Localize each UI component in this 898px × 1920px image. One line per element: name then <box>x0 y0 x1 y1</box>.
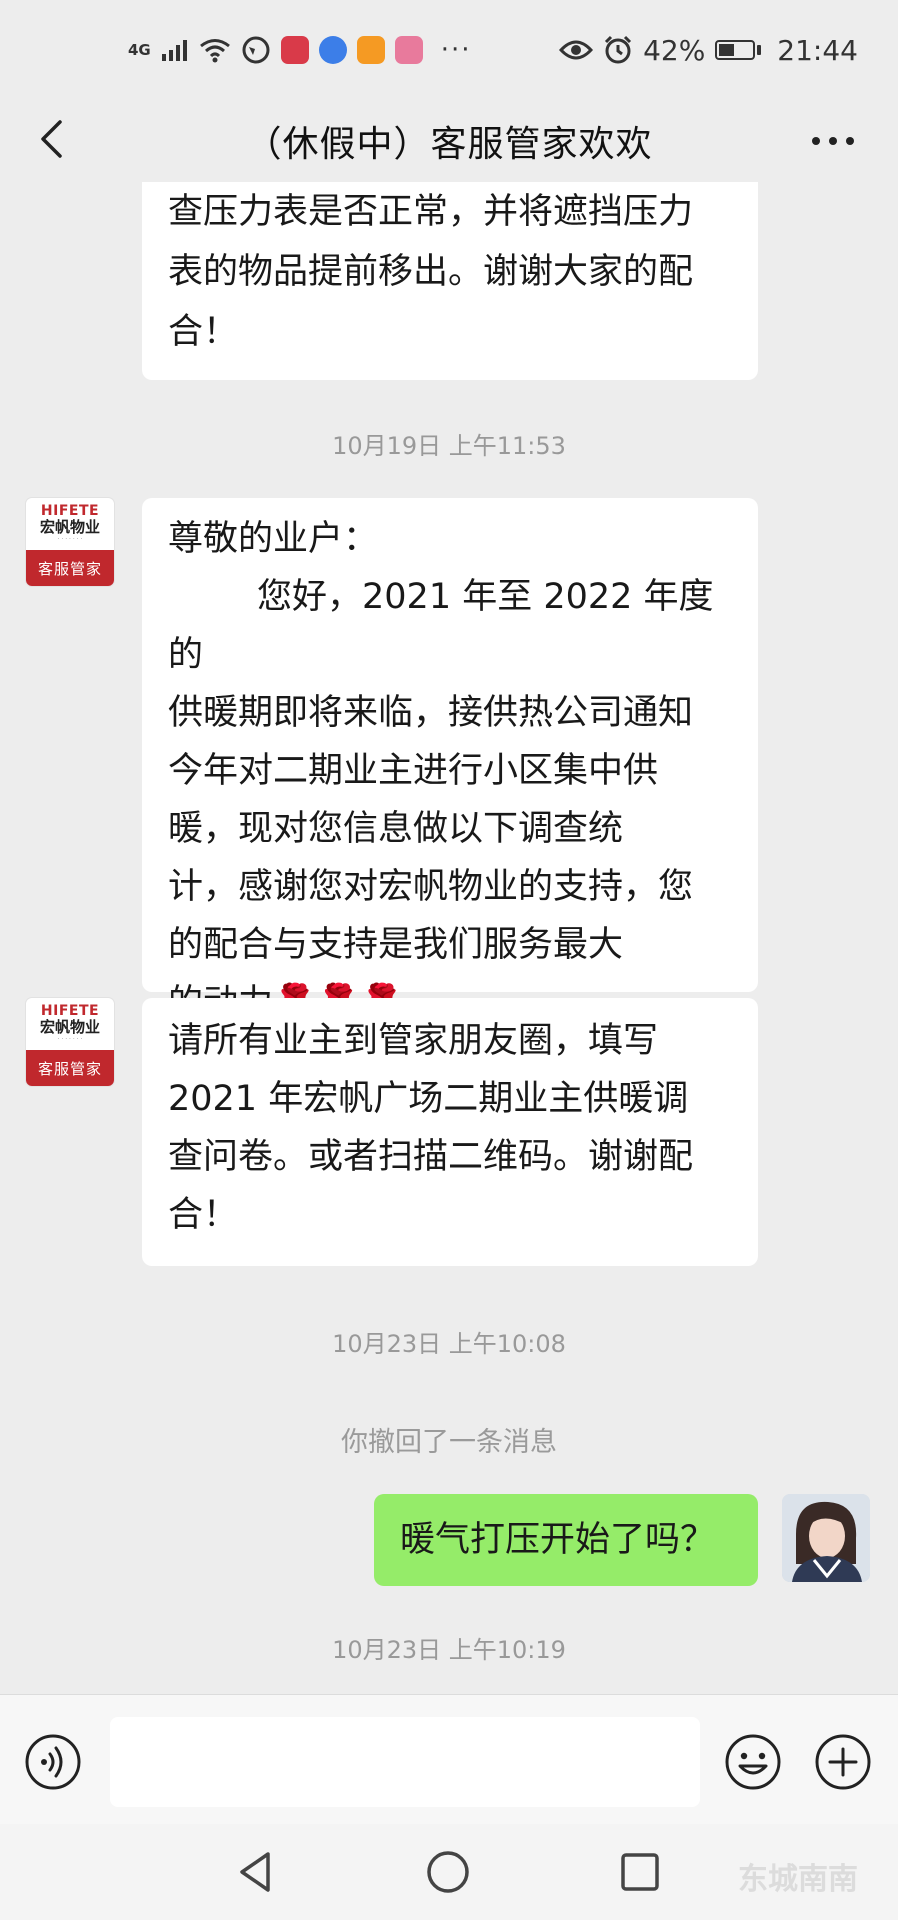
app-icon-music <box>318 36 347 64</box>
user-photo <box>782 1494 870 1582</box>
app-icon-video <box>356 36 385 64</box>
recalled-message-notice: 你撤回了一条消息 <box>341 1427 557 1458</box>
timestamp: 10月19日 上午11:53 <box>332 432 566 460</box>
battery-icon <box>715 40 762 60</box>
more-notifications-icon: ··· <box>440 35 472 65</box>
system-nav-bar: 东城南南 <box>0 1824 898 1920</box>
status-left: 4G ··· <box>128 35 472 65</box>
browser-icon <box>242 36 270 64</box>
status-bar: 4G ··· 42% 21:44 <box>0 0 898 100</box>
nav-back-icon[interactable] <box>232 1848 280 1896</box>
chat-header: （休假中）客服管家欢欢 <box>0 100 898 182</box>
message-bubble[interactable]: 请所有业主到管家朋友圈，填写 2021 年宏帆广场二期业主供暖调 查问卷。或者扫… <box>142 998 758 1266</box>
hifete-logo: HIFETE 宏帆物业 · · · · · · · <box>39 1003 100 1044</box>
timestamp: 10月23日 上午10:19 <box>332 1636 566 1664</box>
status-right: 42% 21:44 <box>559 34 858 67</box>
avatar-service[interactable]: HIFETE 宏帆物业 · · · · · · · 客服管家 <box>26 498 114 586</box>
eye-icon <box>559 40 594 60</box>
avatar-me[interactable] <box>782 1494 870 1582</box>
message-input[interactable] <box>110 1717 700 1807</box>
chat-title: （休假中）客服管家欢欢 <box>245 124 653 165</box>
my-message-bubble[interactable]: 暖气打压开始了吗？ <box>374 1494 758 1586</box>
message-bubble[interactable]: 查压力表是否正常，并将遮挡压力 表的物品提前移出。谢谢大家的配 合！ <box>142 182 758 380</box>
nav-home-icon[interactable] <box>424 1848 472 1896</box>
timestamp: 10月23日 上午10:08 <box>332 1330 566 1358</box>
clock: 21:44 <box>777 33 858 67</box>
emoji-icon[interactable] <box>724 1733 782 1791</box>
hifete-logo: HIFETE 宏帆物业 · · · · · · · <box>39 503 100 544</box>
more-dots-icon <box>812 137 854 145</box>
avatar-service[interactable]: HIFETE 宏帆物业 · · · · · · · 客服管家 <box>26 998 114 1086</box>
wechat-chat-screen: 4G ··· 42% 21:44 （休假中）客服管家欢欢 查压力表是否正常，并将… <box>0 0 898 1920</box>
message-bubble[interactable]: 尊敬的业户： 您好，2021 年至 2022 年度的 供暖期即将来临，接供热公司… <box>142 498 758 1023</box>
app-icon-gallery <box>394 36 423 64</box>
nav-recent-apps-icon[interactable] <box>616 1848 664 1896</box>
alarm-icon <box>605 35 632 64</box>
chevron-left-icon <box>41 120 62 158</box>
watermark: 东城南南 <box>738 1862 858 1897</box>
network-label: 4G <box>128 40 151 59</box>
plus-icon[interactable] <box>814 1733 872 1791</box>
input-bar <box>0 1694 898 1824</box>
wifi-icon <box>199 39 230 63</box>
more-options-button[interactable] <box>808 116 858 166</box>
message-list[interactable]: 查压力表是否正常，并将遮挡压力 表的物品提前移出。谢谢大家的配 合！ 10月19… <box>0 182 898 1694</box>
signal-icon <box>161 40 187 61</box>
app-icon-book <box>280 36 309 64</box>
voice-input-icon[interactable] <box>24 1733 82 1791</box>
battery-percent: 42% <box>643 33 706 67</box>
back-button[interactable] <box>26 114 76 164</box>
